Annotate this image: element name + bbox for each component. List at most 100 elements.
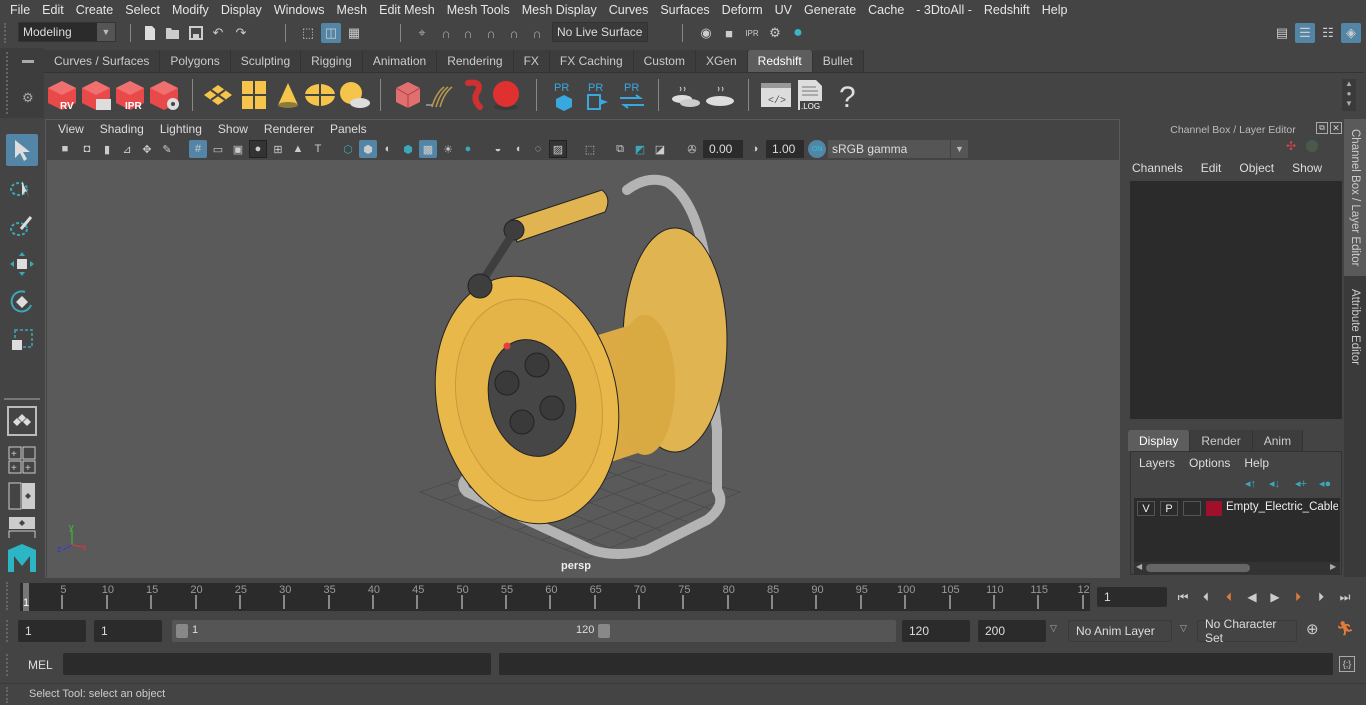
redshift-mesh-light-icon[interactable] (458, 79, 490, 111)
edit-menu[interactable]: Edit (1201, 161, 1222, 175)
motion-blur-icon[interactable]: ◖ (509, 140, 527, 158)
render-view-icon[interactable]: ◉ (696, 23, 716, 43)
script-editor-icon[interactable]: {;} (1339, 656, 1355, 672)
tab-anim[interactable]: Anim (1252, 430, 1304, 451)
layer-color-swatch[interactable] (1206, 501, 1222, 516)
scroll-left-icon[interactable]: ◀ (1136, 562, 1142, 571)
safe-title-icon[interactable]: T (309, 140, 327, 158)
select-by-object-icon[interactable]: ◫ (321, 23, 341, 43)
select-by-component-icon[interactable]: ▦ (344, 23, 364, 43)
xray-active-components-icon[interactable]: ◩ (631, 140, 649, 158)
xray-joints-icon[interactable]: ◪ (651, 140, 669, 158)
step-back-key-icon[interactable]: ⏴ (1220, 588, 1238, 606)
manipulator-axis-icon[interactable]: ✣ (1286, 139, 1296, 153)
isolate-select-icon[interactable]: ⬚ (581, 140, 599, 158)
paint-select-tool-icon[interactable] (6, 210, 38, 242)
layer-display-type-toggle[interactable] (1183, 501, 1201, 516)
auto-key-sync-icon[interactable]: ⊕ (1306, 620, 1319, 638)
playback-start-field[interactable]: 1 (94, 620, 162, 642)
redshift-bake-icon[interactable] (704, 79, 736, 111)
redshift-help-icon[interactable]: ? (830, 79, 862, 111)
scale-tool-icon[interactable] (6, 324, 38, 356)
lasso-tool-icon[interactable] (6, 172, 38, 204)
new-layer-icon[interactable]: ◂+ (1295, 477, 1307, 490)
options-menu[interactable]: Options (1189, 456, 1230, 470)
redshift-spot-light-icon[interactable] (272, 79, 304, 111)
go-to-start-icon[interactable]: ⏮ (1174, 588, 1192, 606)
gamma-field[interactable]: 1.00 (766, 140, 804, 158)
tab-attribute-editor[interactable]: Attribute Editor (1344, 279, 1366, 375)
redshift-ipr-icon[interactable]: IPR (114, 79, 146, 111)
safe-action-icon[interactable]: ▲ (289, 140, 307, 158)
redshift-portal-light-icon[interactable] (238, 79, 270, 111)
viewport-menu-view[interactable]: View (50, 122, 92, 136)
go-to-end-icon[interactable]: ⏭ (1336, 588, 1354, 606)
save-scene-icon[interactable] (186, 23, 206, 43)
bookmark-icon[interactable]: ▮ (98, 140, 116, 158)
menu-curves[interactable]: Curves (603, 3, 655, 17)
animation-end-field[interactable]: 200 (978, 620, 1046, 642)
play-forwards-icon[interactable]: ▶ (1266, 588, 1284, 606)
move-layer-up-icon[interactable]: ◂↑ (1245, 477, 1256, 490)
wireframe-on-shaded-icon[interactable]: ⬢ (399, 140, 417, 158)
shelf-scroll[interactable]: ▲ ● ▼ (1342, 79, 1356, 111)
channel-box-toggle-icon[interactable]: ◈ (1341, 23, 1361, 43)
camera-attributes-icon[interactable]: ◘ (78, 140, 96, 158)
redshift-volume-icon[interactable] (392, 79, 424, 111)
current-frame-field[interactable]: 1 (1097, 587, 1167, 607)
animation-preferences-icon[interactable]: 🏃︎ (1336, 620, 1354, 637)
use-default-material-icon[interactable]: ◐ (379, 140, 397, 158)
channels-menu[interactable]: Channels (1132, 161, 1183, 175)
open-scene-icon[interactable] (163, 23, 183, 43)
range-slider[interactable]: 1 120 (172, 620, 896, 642)
layers-menu[interactable]: Layers (1139, 456, 1175, 470)
help-menu[interactable]: Help (1244, 456, 1269, 470)
move-tool-icon[interactable] (6, 248, 38, 280)
snap-to-view-plane-icon[interactable]: ∩ (481, 23, 501, 43)
new-scene-icon[interactable] (140, 23, 160, 43)
menu-uv[interactable]: UV (769, 3, 798, 17)
character-set-dropdown[interactable]: No Character Set (1197, 617, 1297, 645)
shelf-menu-icon[interactable] (22, 60, 34, 63)
modeling-toolkit-icon[interactable]: ▤ (1272, 23, 1292, 43)
playback-end-field[interactable]: 120 (902, 620, 970, 642)
outliner-perspective-layout-icon[interactable] (6, 480, 38, 512)
depth-of-field-icon[interactable]: ▨ (549, 140, 567, 158)
undo-icon[interactable]: ↶ (208, 23, 228, 43)
viewport-menu-lighting[interactable]: Lighting (152, 122, 210, 136)
menu-surfaces[interactable]: Surfaces (654, 3, 715, 17)
redshift-proxy-export-icon[interactable]: PR (582, 79, 614, 111)
script-language-toggle[interactable]: MEL (28, 658, 53, 672)
exposure-icon[interactable]: ✇ (683, 140, 701, 158)
menu-modify[interactable]: Modify (166, 3, 215, 17)
range-end-handle[interactable] (598, 624, 610, 638)
snap-to-curve-icon[interactable]: ∩ (436, 23, 456, 43)
anim-layer-dropdown[interactable]: No Anim Layer (1068, 620, 1172, 642)
menu-deform[interactable]: Deform (716, 3, 769, 17)
close-panel-icon[interactable]: ✕ (1330, 122, 1342, 134)
character-set-chevron-icon[interactable]: ▽ (1180, 623, 1187, 634)
3d-viewport[interactable]: y x z persp (47, 160, 1119, 577)
perspective-graph-layout-icon[interactable] (6, 516, 38, 538)
shadows-icon[interactable]: ● (459, 140, 477, 158)
multisample-aa-icon[interactable]: ◌ (529, 140, 547, 158)
shelf-tab-custom[interactable]: Custom (633, 50, 696, 72)
menu-generate[interactable]: Generate (798, 3, 862, 17)
menu-edit[interactable]: Edit (36, 3, 70, 17)
redshift-proxy-icon[interactable]: PR (548, 79, 580, 111)
shelf-tab-rigging[interactable]: Rigging (301, 50, 363, 72)
maya-logo-icon[interactable] (6, 542, 38, 574)
image-plane-icon[interactable]: ⊿ (118, 140, 136, 158)
tab-render[interactable]: Render (1190, 430, 1253, 451)
shelf-settings-gear-icon[interactable]: ⚙ (22, 90, 34, 106)
channel-sync-icon[interactable] (1306, 140, 1318, 152)
shelf-tab-sculpting[interactable]: Sculpting (230, 50, 302, 72)
select-by-hierarchy-icon[interactable]: ⬚ (298, 23, 318, 43)
anim-layer-chevron-icon[interactable]: ▽ (1050, 623, 1057, 634)
smooth-shade-icon[interactable]: ⬢ (359, 140, 377, 158)
render-settings-icon[interactable]: ⚙ (765, 23, 785, 43)
menu-windows[interactable]: Windows (268, 3, 331, 17)
range-start-handle[interactable] (176, 624, 188, 638)
scroll-right-icon[interactable]: ▶ (1330, 562, 1336, 571)
live-surface-field[interactable]: No Live Surface (552, 22, 648, 42)
